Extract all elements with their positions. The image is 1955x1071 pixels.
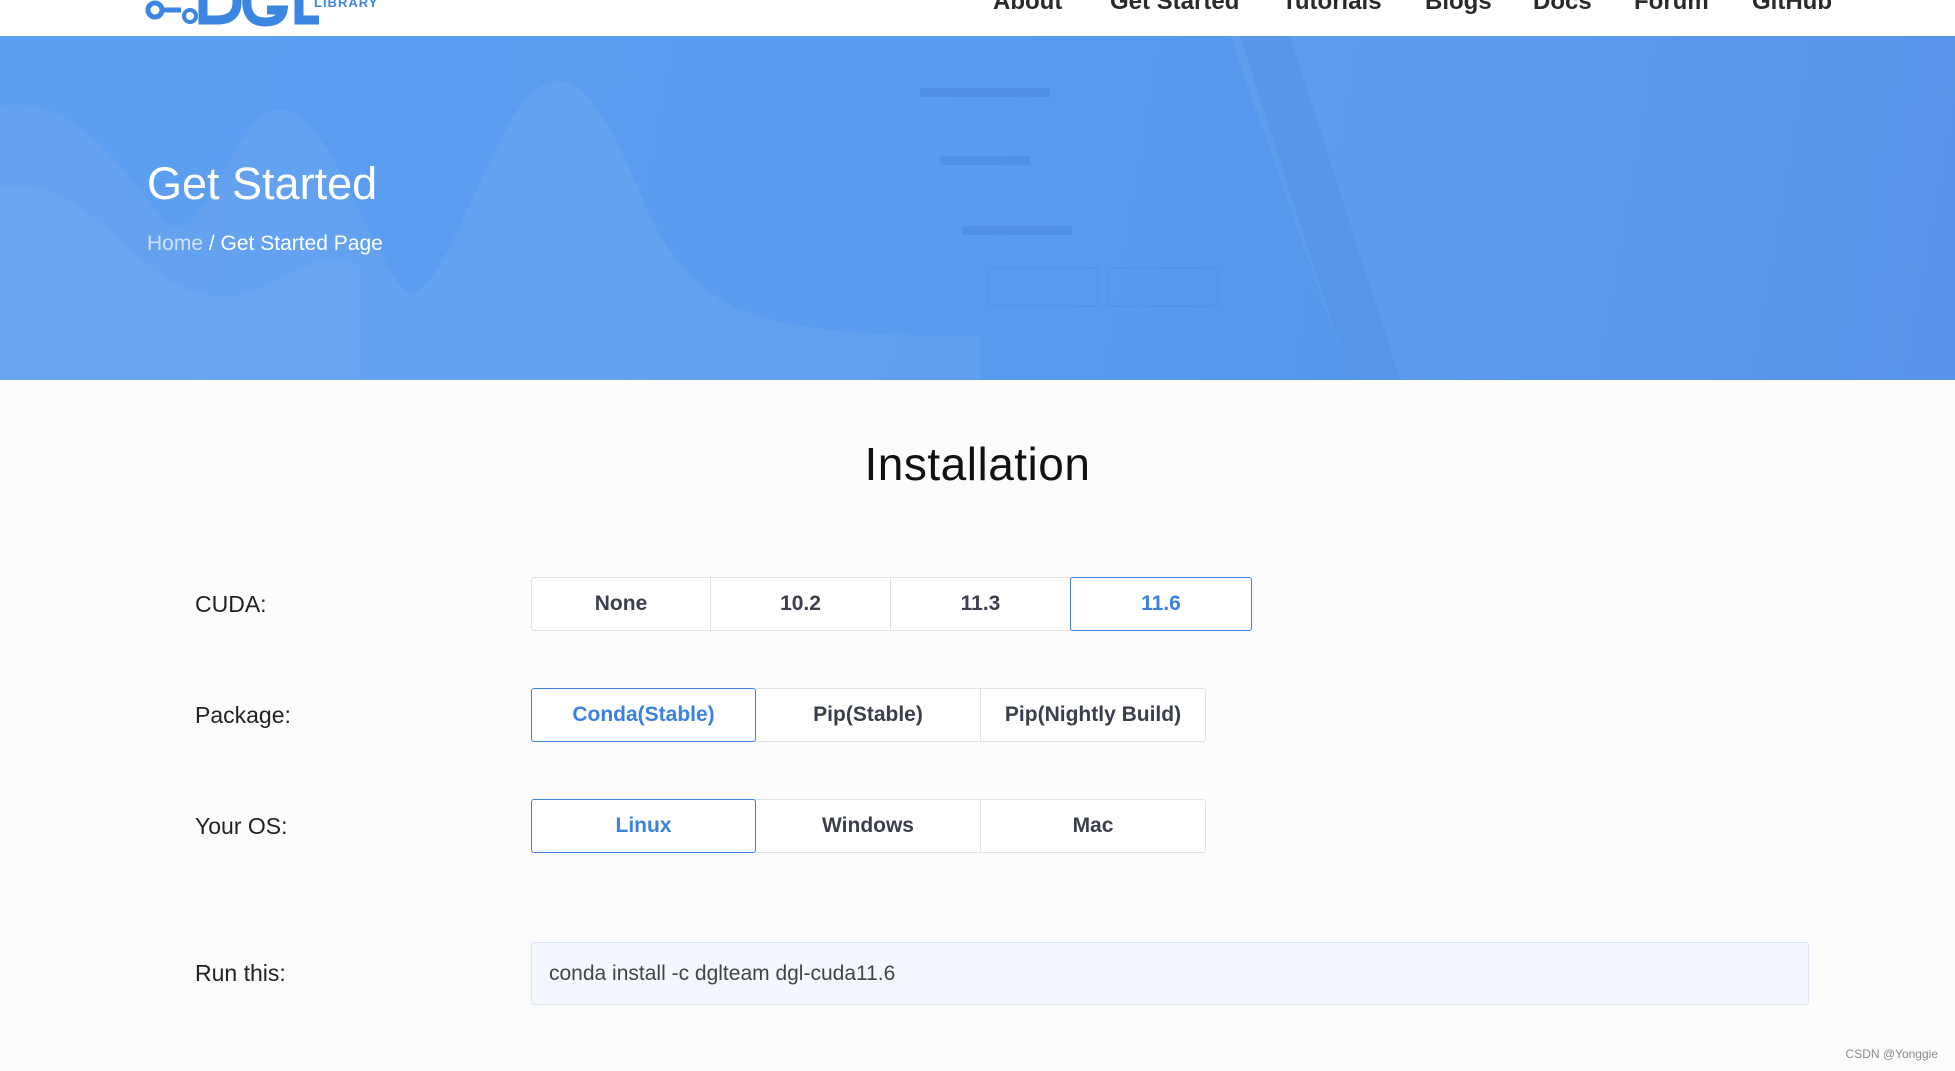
os-option-windows[interactable]: Windows (755, 799, 981, 853)
package-option-pip-nightly[interactable]: Pip(Nightly Build) (980, 688, 1206, 742)
nav-docs[interactable]: Docs (1533, 0, 1592, 16)
os-option-mac[interactable]: Mac (980, 799, 1206, 853)
install-command-box[interactable]: conda install -c dglteam dgl-cuda11.6 (531, 942, 1809, 1005)
installation-heading: Installation (864, 438, 1091, 490)
top-navbar: LIBRARY About Get Started Tutorials Blog… (0, 0, 1955, 37)
run-this-label: Run this: (195, 960, 286, 986)
package-option-pip-stable[interactable]: Pip(Stable) (755, 688, 981, 742)
install-command-text[interactable]: conda install -c dglteam dgl-cuda11.6 (549, 962, 895, 986)
hero-banner: Get Started Home / Get Started Page (0, 36, 1955, 380)
cuda-option-none[interactable]: None (531, 577, 711, 631)
package-option-conda-stable[interactable]: Conda(Stable) (531, 688, 756, 742)
breadcrumb-separator: / (203, 232, 221, 255)
watermark: CSDN @Yonggie (1845, 1047, 1938, 1061)
nav-tutorials[interactable]: Tutorials (1282, 0, 1382, 16)
nav-github[interactable]: GitHub (1752, 0, 1832, 16)
nav-get-started[interactable]: Get Started (1110, 0, 1239, 16)
breadcrumb-home-link[interactable]: Home (147, 232, 203, 255)
cuda-option-11-6[interactable]: 11.6 (1070, 577, 1252, 631)
os-options: Linux Windows Mac (531, 799, 1206, 853)
cuda-options: None 10.2 11.3 11.6 (531, 577, 1252, 631)
package-options: Conda(Stable) Pip(Stable) Pip(Nightly Bu… (531, 688, 1206, 742)
os-option-linux[interactable]: Linux (531, 799, 756, 853)
main-nav: About Get Started Tutorials Blogs Docs F… (0, 0, 1955, 18)
page-title: Get Started (147, 158, 378, 209)
package-label: Package: (195, 702, 291, 728)
nav-forum[interactable]: Forum (1634, 0, 1709, 16)
cuda-option-10-2[interactable]: 10.2 (710, 577, 891, 631)
breadcrumb: Home / Get Started Page (147, 232, 383, 256)
breadcrumb-current: Get Started Page (220, 232, 383, 255)
os-label: Your OS: (195, 813, 288, 839)
nav-about[interactable]: About (993, 0, 1062, 16)
cuda-option-11-3[interactable]: 11.3 (890, 577, 1071, 631)
cuda-label: CUDA: (195, 591, 267, 617)
nav-blogs[interactable]: Blogs (1425, 0, 1492, 16)
